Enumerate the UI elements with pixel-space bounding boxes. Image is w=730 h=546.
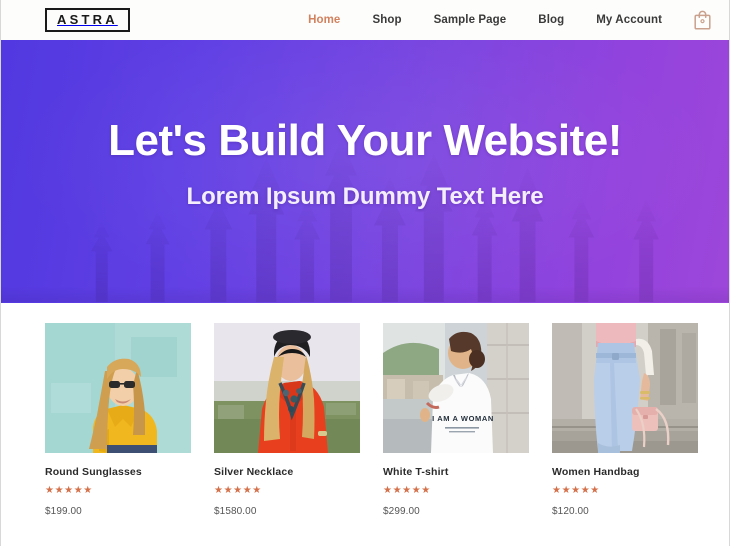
product-title: Women Handbag: [552, 466, 640, 478]
product-card[interactable]: Women Handbag ★★★★★ $120.00: [552, 323, 698, 517]
product-price: $120.00: [552, 505, 589, 517]
site-logo-text: ASTRA: [57, 12, 118, 27]
product-image-women-handbag[interactable]: [552, 323, 698, 453]
product-price: $299.00: [383, 505, 420, 517]
product-card[interactable]: Round Sunglasses ★★★★★ $199.00: [45, 323, 191, 517]
page-root: ASTRA Home Shop Sample Page Blog My Acco…: [0, 0, 730, 546]
nav-item-sample-page[interactable]: Sample Page: [418, 14, 523, 26]
hero-content: Let's Build Your Website! Lorem Ipsum Du…: [1, 116, 729, 227]
product-price: $199.00: [45, 505, 82, 517]
nav-item-home[interactable]: Home: [292, 14, 356, 26]
product-card[interactable]: I AM A WOMAN White T-shirt ★★★★★ $299.00: [383, 323, 529, 517]
hero-banner: Let's Build Your Website! Lorem Ipsum Du…: [1, 40, 729, 303]
cart-button[interactable]: [678, 10, 711, 30]
hero-subtitle: Lorem Ipsum Dummy Text Here: [186, 183, 544, 211]
product-title: White T-shirt: [383, 466, 449, 478]
main-navigation: Home Shop Sample Page Blog My Account: [292, 10, 711, 30]
site-logo[interactable]: ASTRA: [45, 8, 130, 32]
product-rating-stars: ★★★★★: [45, 484, 93, 496]
product-rating-stars: ★★★★★: [552, 484, 600, 496]
product-card[interactable]: Silver Necklace ★★★★★ $1580.00: [214, 323, 360, 517]
nav-item-blog[interactable]: Blog: [522, 14, 580, 26]
product-image-round-sunglasses[interactable]: [45, 323, 191, 453]
product-image-white-tshirt[interactable]: I AM A WOMAN: [383, 323, 529, 453]
shopping-bag-icon: [694, 10, 711, 30]
product-rating-stars: ★★★★★: [383, 484, 431, 496]
hero-title: Let's Build Your Website!: [108, 115, 622, 165]
product-rating-stars: ★★★★★: [214, 484, 262, 496]
product-image-silver-necklace[interactable]: [214, 323, 360, 453]
product-price: $1580.00: [214, 505, 257, 517]
site-header: ASTRA Home Shop Sample Page Blog My Acco…: [1, 0, 729, 40]
product-title: Silver Necklace: [214, 466, 294, 478]
svg-text:I AM A WOMAN: I AM A WOMAN: [432, 414, 494, 423]
nav-item-my-account[interactable]: My Account: [580, 14, 678, 26]
product-grid: Round Sunglasses ★★★★★ $199.00 Silver Ne…: [1, 303, 729, 517]
nav-item-shop[interactable]: Shop: [356, 14, 417, 26]
product-title: Round Sunglasses: [45, 466, 142, 478]
